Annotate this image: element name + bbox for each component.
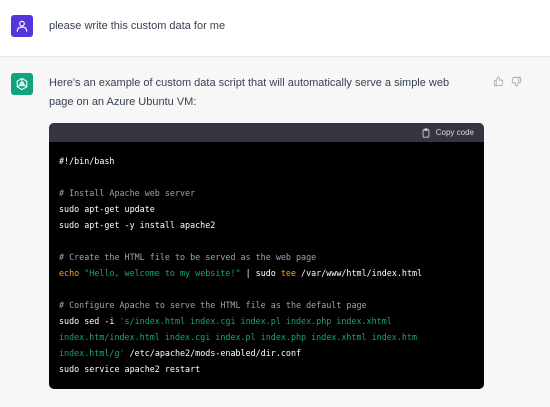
person-icon <box>16 20 28 32</box>
thumbs-down-button[interactable] <box>509 74 523 88</box>
assistant-intro-text: Here's an example of custom data script … <box>49 77 450 108</box>
code-line: sudo apt-get -y install apache2 <box>59 220 216 230</box>
code-line: index.html/g' /etc/apache2/mods-enabled/… <box>59 345 479 361</box>
code-text: sudo sed -i <box>59 316 120 326</box>
code-comment: # Install Apache web server <box>59 188 196 198</box>
thumbs-down-icon <box>511 76 521 87</box>
code-block-header: Copy code <box>49 123 484 142</box>
copy-code-button[interactable]: Copy code <box>421 126 474 139</box>
code-line: echo "Hello, welcome to my website!" | s… <box>59 265 479 281</box>
code-text: | sudo <box>240 268 281 278</box>
code-string: 's/index.html index.cgi index.pl index.p… <box>119 316 392 326</box>
code-block: Copy code #!/bin/bash # Install Apache we… <box>49 123 484 389</box>
code-line: sudo service apache2 restart <box>59 364 201 374</box>
code-keyword: echo <box>59 268 80 278</box>
code-comment: # Create the HTML file to be served as t… <box>59 252 317 262</box>
openai-logo-icon <box>16 77 28 91</box>
code-line: #!/bin/bash <box>59 156 115 166</box>
user-message-text: please write this custom data for me <box>49 20 226 32</box>
copy-code-label: Copy code <box>435 128 474 137</box>
user-avatar <box>11 15 33 37</box>
code-string: index.html/g' <box>59 348 125 358</box>
code-content: #!/bin/bash # Install Apache web server su… <box>59 153 479 377</box>
code-line: sudo sed -i 's/index.html index.cgi inde… <box>59 313 479 329</box>
code-keyword: tee <box>280 268 297 278</box>
user-message-row: please write this custom data for me <box>0 0 550 57</box>
code-comment: # Configure Apache to serve the HTML fil… <box>59 300 367 310</box>
thumbs-up-icon <box>493 75 503 86</box>
thumbs-up-button[interactable] <box>491 74 505 88</box>
assistant-message-row: Here's an example of custom data script … <box>0 57 550 407</box>
code-string: index.htm/index.html index.cgi index.pl … <box>59 332 417 342</box>
code-text: /var/www/html/index.html <box>296 268 423 278</box>
code-text: /etc/apache2/mods-enabled/dir.conf <box>124 348 302 358</box>
assistant-avatar <box>11 73 33 95</box>
clipboard-icon <box>422 127 430 138</box>
code-string: "Hello, welcome to my website!" <box>84 268 241 278</box>
code-line: sudo apt-get update <box>59 204 155 214</box>
